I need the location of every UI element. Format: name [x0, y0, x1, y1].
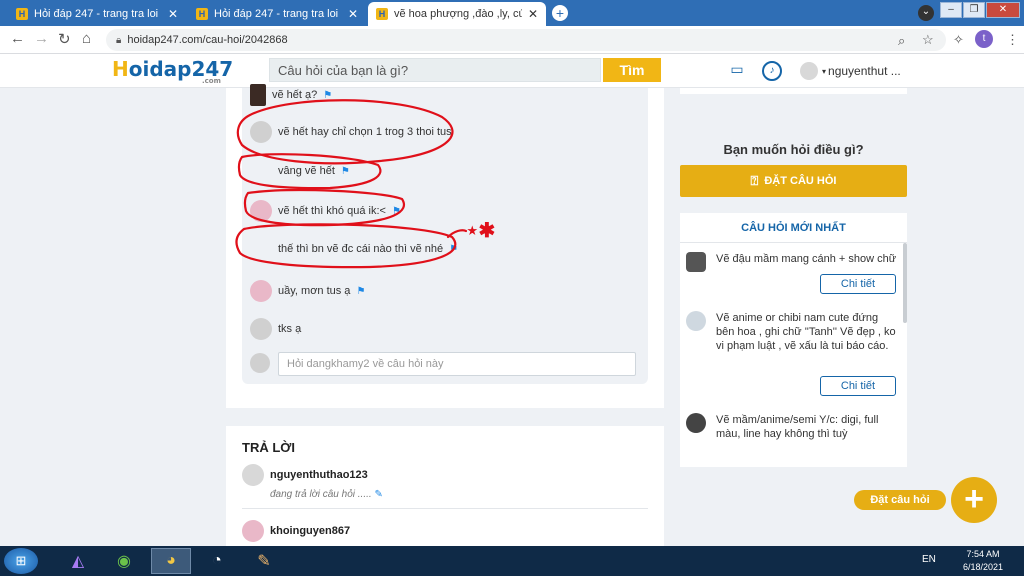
answer-user[interactable]: nguyenthuthao123: [242, 464, 368, 486]
windows-start-icon[interactable]: ⊞: [4, 548, 38, 574]
menu-kebab-icon[interactable]: ⋮: [1006, 32, 1019, 48]
ask-question-label: ĐẶT CÂU HỎI: [764, 175, 837, 187]
floating-ask-label[interactable]: Đặt câu hỏi: [854, 490, 946, 510]
tab-search-icon[interactable]: ⌄: [918, 5, 934, 21]
back-icon[interactable]: ←: [10, 30, 25, 47]
close-window-button[interactable]: ✕: [986, 2, 1020, 18]
floating-add-button[interactable]: +: [951, 477, 997, 523]
profile-avatar[interactable]: t: [975, 30, 993, 48]
comment-item: tks ạ: [250, 318, 301, 340]
answer-username: nguyenthuthao123: [270, 469, 368, 481]
tab-title: Hỏi đáp 247 - trang tra loi: [214, 8, 339, 20]
question-text: Vẽ anime or chibi nam cute đứng bên hoa …: [716, 312, 896, 352]
site-favicon-icon: H: [16, 8, 28, 20]
clock-time: 7:54 AM: [966, 549, 1000, 559]
system-clock[interactable]: 7:54 AM 6/18/2021: [960, 548, 1006, 574]
close-icon[interactable]: ✕: [348, 7, 358, 21]
bookmark-star-icon[interactable]: ☆: [922, 32, 934, 48]
user-menu[interactable]: ▾ nguyenthut ...: [800, 62, 901, 80]
site-favicon-icon: H: [196, 8, 208, 20]
sidebar-card-top: [680, 88, 907, 94]
avatar: [250, 353, 270, 373]
forward-icon[interactable]: →: [34, 30, 49, 47]
avatar: [686, 413, 706, 433]
close-icon[interactable]: ✕: [528, 7, 538, 21]
browser-tab-2[interactable]: H Hỏi đáp 247 - trang tra loi ✕: [188, 2, 366, 26]
paint-icon[interactable]: ✎: [244, 548, 284, 574]
chrome-icon[interactable]: ◕: [151, 548, 191, 574]
url-text: hoidap247.com/cau-hoi/2042868: [127, 34, 288, 46]
new-tab-button[interactable]: +: [552, 5, 568, 21]
comment-text: uầy, mơn tus ạ: [278, 285, 351, 297]
answers-heading: TRẢ LỜI: [242, 440, 295, 455]
visual-studio-icon[interactable]: ◭: [58, 548, 98, 574]
avatar: [686, 311, 706, 331]
username: nguyenthut ...: [828, 64, 901, 78]
question-bubble-icon: ⍰: [750, 173, 759, 188]
chat-icon[interactable]: ▭: [727, 61, 747, 81]
comment-text: tks ạ: [278, 323, 302, 335]
tab-title: Hỏi đáp 247 - trang tra loi: [34, 8, 159, 20]
language-indicator[interactable]: EN: [922, 554, 936, 565]
search-input[interactable]: Câu hỏi của bạn là gì?: [269, 58, 601, 82]
logo-h: H: [112, 57, 129, 81]
avatar: [686, 252, 706, 272]
red-annotation-overlay: [235, 99, 468, 269]
minimize-button[interactable]: –: [940, 2, 962, 18]
zoom-icon[interactable]: ⌕: [898, 33, 905, 49]
logo-com: .com: [202, 77, 221, 85]
clock-date: 6/18/2021: [962, 562, 1004, 572]
browser-tab-1[interactable]: H Hỏi đáp 247 - trang tra loi ✕: [8, 2, 186, 26]
site-logo[interactable]: Hoidap247 .com: [112, 57, 233, 85]
close-icon[interactable]: ✕: [168, 7, 178, 21]
answer-user[interactable]: khoinguyen867: [242, 520, 350, 542]
question-text: Vẽ mầm/anime/semi Y/c: digi, full màu, l…: [716, 414, 879, 440]
comment-item: uầy, mơn tus ạ ⚑: [250, 280, 365, 302]
detail-button[interactable]: Chi tiết: [820, 376, 896, 396]
search-button[interactable]: Tìm: [603, 58, 661, 82]
answer-username: khoinguyen867: [270, 525, 351, 537]
pencil-icon: ✎: [374, 489, 383, 500]
restore-button[interactable]: ❐: [963, 2, 985, 18]
annotation-star-mark: ⋆✱: [466, 220, 496, 242]
avatar: [250, 280, 272, 302]
ask-author-input[interactable]: Hỏi dangkhamy2 về câu hỏi này: [278, 352, 636, 376]
extensions-icon[interactable]: ✧: [953, 32, 964, 48]
lock-icon: 🔒︎: [116, 34, 122, 46]
ask-prompt: Bạn muốn hỏi điều gì?: [723, 142, 864, 157]
question-item[interactable]: Vẽ đậu mầm mang cánh + show chữ: [686, 252, 898, 272]
chevron-down-icon: ▾: [822, 66, 827, 76]
avatar: [250, 318, 272, 340]
scrollbar[interactable]: [903, 243, 907, 323]
annotation-circle: [235, 223, 457, 269]
avatar: [800, 62, 818, 80]
chrome-window-icon[interactable]: ◔: [197, 548, 237, 574]
avatar: [242, 520, 264, 542]
tab-title: vẽ hoa phượng ,đào ,ly, cúc, bướm: [394, 8, 522, 20]
detail-button[interactable]: Chi tiết: [820, 274, 896, 294]
browser-tab-active[interactable]: H vẽ hoa phượng ,đào ,ly, cúc, bướm ✕: [368, 2, 546, 26]
reload-icon[interactable]: ↻: [58, 30, 71, 48]
annotation-circle: [243, 189, 405, 227]
app-green-icon[interactable]: ◉: [104, 548, 144, 574]
notification-bell-icon[interactable]: ♪: [762, 61, 782, 81]
site-favicon-icon: H: [376, 8, 388, 20]
question-item[interactable]: Vẽ mầm/anime/semi Y/c: digi, full màu, l…: [686, 413, 898, 465]
answering-status: đang trả lời câu hỏi ..... ✎: [270, 489, 383, 500]
divider: [680, 242, 907, 243]
question-item[interactable]: Vẽ anime or chibi nam cute đứng bên hoa …: [686, 311, 898, 353]
home-icon[interactable]: ⌂: [82, 30, 91, 47]
report-flag-icon[interactable]: ⚑: [356, 286, 365, 297]
ask-question-button[interactable]: ⍰ ĐẶT CÂU HỎI: [680, 165, 907, 197]
annotation-circle: [237, 153, 382, 190]
answering-status-text: đang trả lời câu hỏi .....: [270, 489, 372, 500]
latest-questions-heading: CÂU HỎI MỚI NHẤT: [741, 222, 846, 234]
avatar: [242, 464, 264, 486]
url-bar[interactable]: 🔒︎ hoidap247.com/cau-hoi/2042868: [106, 29, 946, 51]
divider: [242, 508, 648, 509]
question-text: Vẽ đậu mầm mang cánh + show chữ: [716, 253, 897, 265]
annotation-stroke: [446, 229, 468, 239]
